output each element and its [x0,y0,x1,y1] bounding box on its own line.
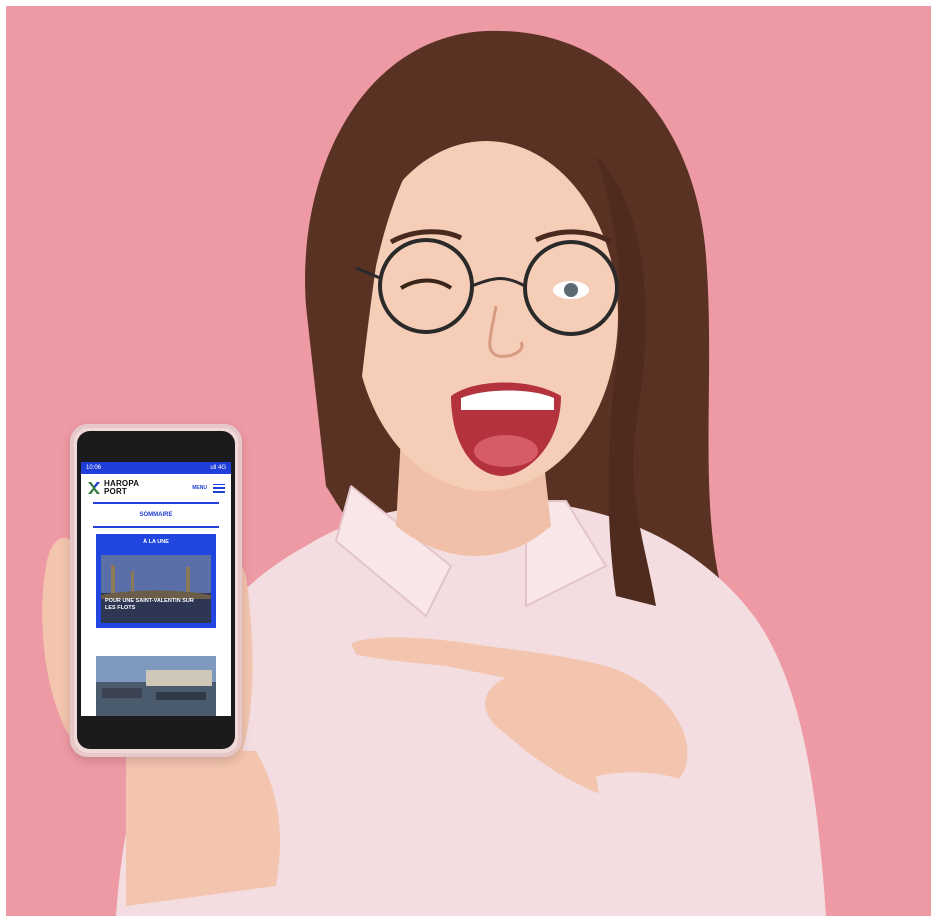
featured-article-image [101,555,211,623]
smartphone: 10:06 ull 4G HAROPA PORT MENU SOMMAIRE À… [70,424,242,757]
logo-line2: PORT [104,487,128,496]
app-header: HAROPA PORT MENU [81,474,231,502]
menu-button[interactable]: MENU [192,483,225,493]
photo-frame: 10:06 ull 4G HAROPA PORT MENU SOMMAIRE À… [6,6,931,916]
featured-tag: À LA UNE [143,539,169,545]
featured-title: POUR UNE SAINT-VALENTIN SUR LES FLOTS [105,598,194,611]
haropa-logo-icon [88,482,100,494]
status-time: 10:06 [86,465,102,471]
hamburger-icon [213,483,225,493]
status-bar: 10:06 ull 4G [81,462,231,474]
phone-screen: 10:06 ull 4G HAROPA PORT MENU SOMMAIRE À… [81,462,231,716]
menu-label: MENU [192,485,207,491]
logo-text: HAROPA PORT [104,480,139,496]
haropa-logo[interactable]: HAROPA PORT [87,480,139,496]
featured-article-card[interactable]: À LA UNE POUR UNE SAINT-VALENTIN SUR LES… [96,534,216,628]
section-title: SOMMAIRE [139,512,173,518]
second-article-image[interactable] [96,656,216,716]
status-icons: ull 4G [210,465,226,471]
divider-bottom [93,526,219,528]
